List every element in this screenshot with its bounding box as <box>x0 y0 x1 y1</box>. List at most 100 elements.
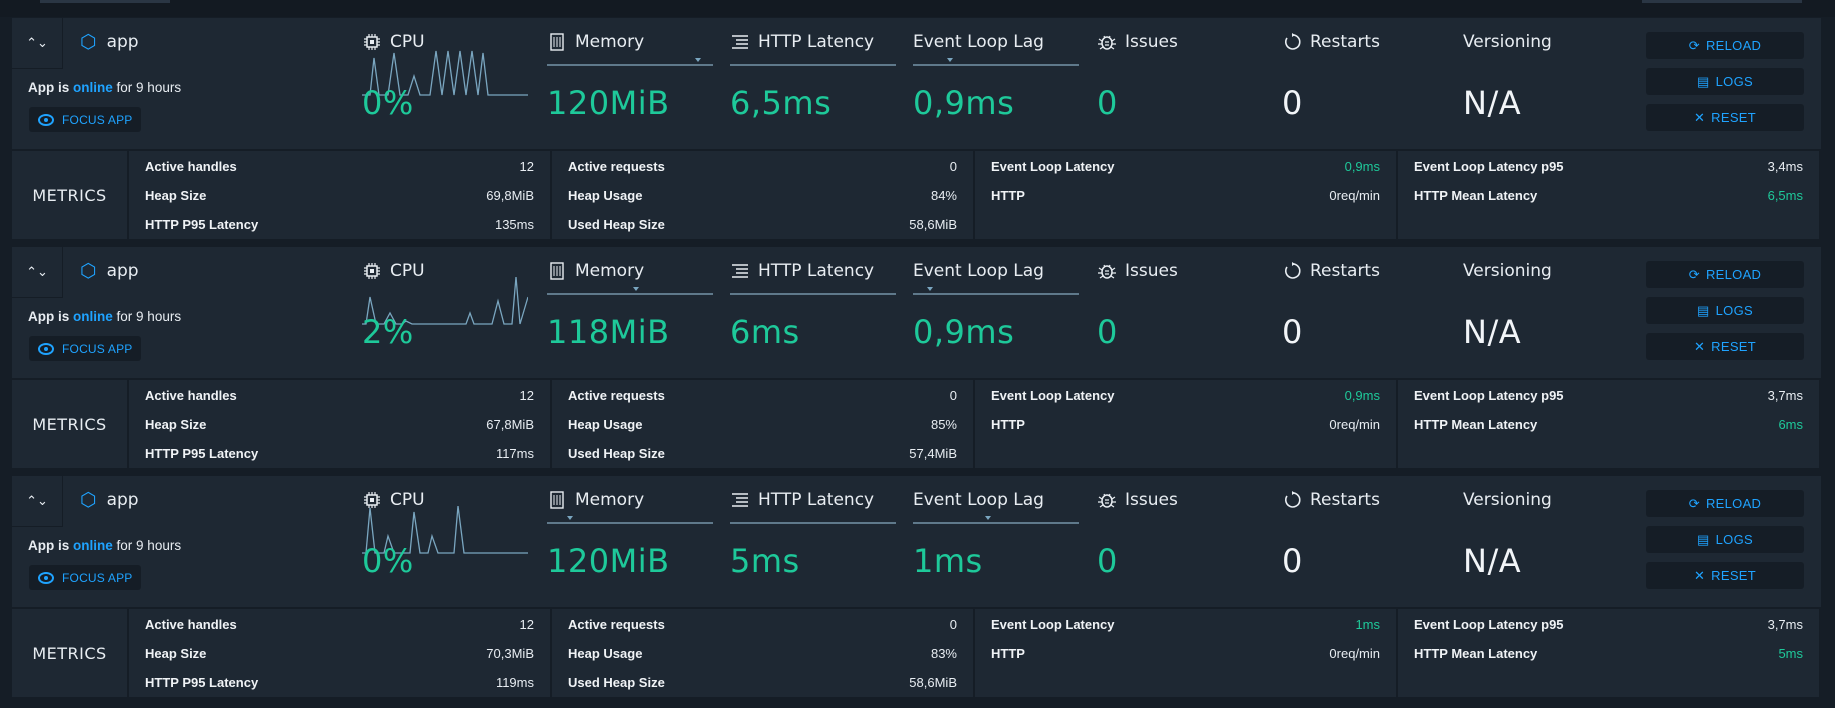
bug-icon <box>1097 490 1117 510</box>
eye-icon <box>38 113 54 126</box>
reload-icon: ⟳ <box>1688 266 1700 282</box>
issues-value: 0 <box>1097 542 1118 580</box>
logs-label: LOGS <box>1715 74 1753 89</box>
metric-key: Heap Usage <box>568 646 643 661</box>
focus-app-button[interactable]: FOCUS APP <box>29 336 142 361</box>
memory-label: Memory <box>575 32 645 52</box>
hexagon-icon: ⬡ <box>80 30 97 53</box>
restarts-value: 0 <box>1282 542 1303 580</box>
memory-sparkline <box>547 522 713 524</box>
cpu-value: 2% <box>362 313 414 351</box>
process-header: ⌃⌄ ⬡ app App is online for 9 hours FOCUS… <box>12 476 1821 607</box>
metric-value: 12 <box>519 388 534 403</box>
process-name: ⬡ app <box>80 261 139 281</box>
memory-sparkline <box>547 64 713 66</box>
logs-label: LOGS <box>1715 532 1753 547</box>
collapse-icon: ⌃⌄ <box>26 264 48 280</box>
metric-key: Event Loop Latency <box>991 159 1115 174</box>
metrics-group: Event Loop Latency p95 3,7ms HTTP Mean La… <box>1398 380 1819 468</box>
event-loop-lag-value: 0,9ms <box>913 84 1015 122</box>
logs-button[interactable]: ▤ LOGS <box>1646 526 1804 553</box>
metric-value: 58,6MiB <box>909 675 957 690</box>
memory-icon <box>547 32 567 52</box>
logs-icon: ▤ <box>1697 531 1710 547</box>
metric-key: Event Loop Latency p95 <box>1414 388 1564 403</box>
memory-value: 120MiB <box>547 84 670 122</box>
metric-value: 119ms <box>495 675 534 690</box>
metrics-group: Event Loop Latency p95 3,4ms HTTP Mean La… <box>1398 151 1819 239</box>
process-actions: ⟳ RELOAD ▤ LOGS ✕ RESET <box>1646 261 1804 369</box>
metric-key: HTTP P95 Latency <box>145 675 259 690</box>
list-lines-icon <box>730 261 750 281</box>
memory-label: Memory <box>575 490 645 510</box>
event-loop-lag-value: 1ms <box>913 542 983 580</box>
versioning-value: N/A <box>1463 313 1522 351</box>
reset-button[interactable]: ✕ RESET <box>1646 104 1804 131</box>
focus-app-button[interactable]: FOCUS APP <box>29 565 142 590</box>
list-lines-icon <box>730 490 750 510</box>
issues-value: 0 <box>1097 313 1118 351</box>
status-prefix: App is <box>28 538 70 553</box>
http-latency-value: 6ms <box>730 313 800 351</box>
metric-value: 69,8MiB <box>486 188 534 203</box>
bug-icon <box>1097 32 1117 52</box>
versioning-column: Versioning N/A <box>1463 247 1629 378</box>
collapse-toggle[interactable]: ⌃⌄ <box>12 18 63 69</box>
metric-key: Event Loop Latency p95 <box>1414 617 1564 632</box>
process-status: App is online for 9 hours <box>28 309 181 324</box>
metric-value: 6ms <box>1778 417 1803 432</box>
metric-value: 0req/min <box>1329 188 1380 203</box>
status-online: online <box>73 538 113 553</box>
metric-key: HTTP <box>991 646 1025 661</box>
reset-label: RESET <box>1711 568 1757 583</box>
event-loop-lag-label: Event Loop Lag <box>913 490 1044 510</box>
hexagon-icon: ⬡ <box>80 488 97 511</box>
memory-column: Memory 120MiB <box>547 18 713 149</box>
logs-icon: ▤ <box>1697 302 1710 318</box>
event-loop-sparkline <box>913 64 1079 66</box>
versioning-value: N/A <box>1463 542 1522 580</box>
metrics-label: METRICS <box>12 380 127 468</box>
process-actions: ⟳ RELOAD ▤ LOGS ✕ RESET <box>1646 32 1804 140</box>
http-latency-label: HTTP Latency <box>758 490 875 510</box>
reset-button[interactable]: ✕ RESET <box>1646 562 1804 589</box>
memory-label: Memory <box>575 261 645 281</box>
metrics-panel: METRICS Active handles 12 Heap Size 70,3Mi… <box>12 609 1821 697</box>
metric-key: HTTP P95 Latency <box>145 446 259 461</box>
issues-column: Issues 0 <box>1097 476 1263 607</box>
issues-column: Issues 0 <box>1097 247 1263 378</box>
metric-value: 85% <box>930 417 957 432</box>
reset-button[interactable]: ✕ RESET <box>1646 333 1804 360</box>
close-icon: ✕ <box>1693 109 1706 125</box>
logs-label: LOGS <box>1715 303 1753 318</box>
cpu-column: CPU 2% <box>362 247 528 378</box>
sparkline-marker <box>927 287 933 291</box>
reload-button[interactable]: ⟳ RELOAD <box>1646 490 1804 517</box>
restarts-label: Restarts <box>1310 32 1380 52</box>
metrics-label: METRICS <box>12 609 127 697</box>
metric-value: 67,8MiB <box>486 417 534 432</box>
process-card: ⌃⌄ ⬡ app App is online for 9 hours FOCUS… <box>12 476 1821 697</box>
memory-column: Memory 118MiB <box>547 247 713 378</box>
reload-button[interactable]: ⟳ RELOAD <box>1646 32 1804 59</box>
reload-button[interactable]: ⟳ RELOAD <box>1646 261 1804 288</box>
tab-indicator <box>1642 0 1802 3</box>
collapse-toggle[interactable]: ⌃⌄ <box>12 247 63 298</box>
logs-button[interactable]: ▤ LOGS <box>1646 68 1804 95</box>
metric-value: 6,5ms <box>1767 188 1803 203</box>
focus-app-button[interactable]: FOCUS APP <box>29 107 142 132</box>
versioning-label: Versioning <box>1463 32 1552 52</box>
metrics-label: METRICS <box>12 151 127 239</box>
reload-icon: ⟳ <box>1688 495 1700 511</box>
collapse-toggle[interactable]: ⌃⌄ <box>12 476 63 527</box>
status-online: online <box>73 80 113 95</box>
logs-button[interactable]: ▤ LOGS <box>1646 297 1804 324</box>
status-uptime: for 9 hours <box>116 80 182 95</box>
memory-sparkline <box>547 293 713 295</box>
reset-label: RESET <box>1711 110 1757 125</box>
http-latency-value: 6,5ms <box>730 84 832 122</box>
metric-key: HTTP Mean Latency <box>1414 646 1538 661</box>
process-name: ⬡ app <box>80 32 139 52</box>
metric-value: 3,4ms <box>1767 159 1803 174</box>
restarts-value: 0 <box>1282 313 1303 351</box>
